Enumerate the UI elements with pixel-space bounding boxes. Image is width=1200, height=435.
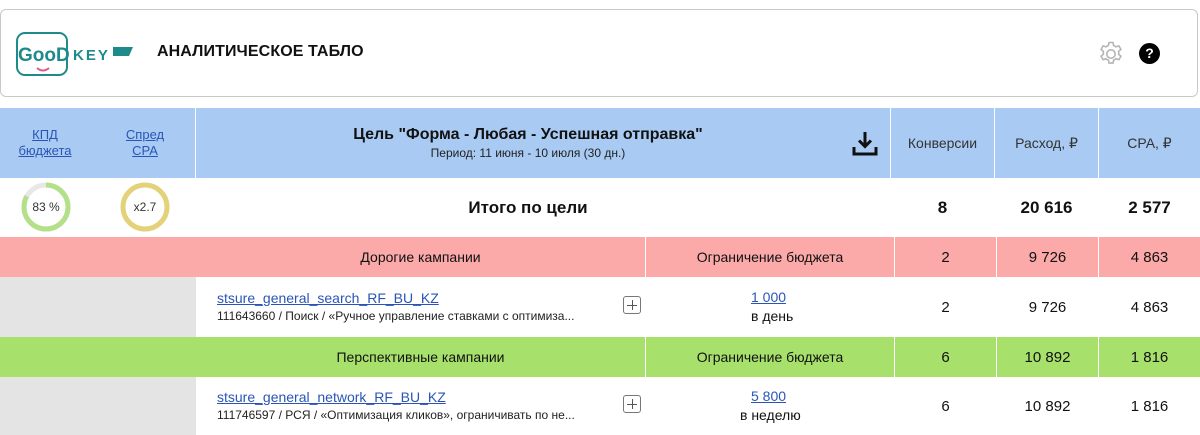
campaign-spend: 9 726	[1028, 298, 1067, 316]
group-cpa: 4 863	[1130, 248, 1169, 266]
group-conversions: 2	[941, 248, 950, 266]
group-limit-label: Ограничение бюджета	[696, 349, 844, 365]
group-row-perspective: Перспективные кампании Ограничение бюдже…	[0, 337, 1200, 377]
campaign-conversions: 2	[941, 298, 950, 316]
budget-limit-link[interactable]: 5 800	[751, 388, 786, 404]
campaign-spend: 10 892	[1024, 397, 1071, 415]
campaign-description: 111643660 / Поиск / «Ручное управление с…	[217, 309, 575, 323]
totals-conversions: 8	[937, 197, 948, 217]
group-limit-label: Ограничение бюджета	[696, 249, 844, 265]
col-spend-header: Расход, ₽	[1015, 134, 1078, 151]
group-label: Дорогие кампании	[360, 249, 481, 265]
totals-cpa: 2 577	[1128, 197, 1171, 217]
download-icon[interactable]	[851, 129, 879, 157]
campaign-name-link[interactable]: stsure_general_search_RF_BU_KZ	[217, 290, 439, 306]
totals-row: 83 % x2.7 Итого по цели 8 20 616 2 577	[0, 178, 1200, 237]
kpi-budget-value: 83 %	[32, 200, 60, 214]
app-header: GooD KEY АНАЛИТИЧЕСКОЕ ТАБЛО ?	[0, 9, 1198, 97]
table-header-row: КПД бюджета Спред CPA Цель "Форма - Люба…	[0, 108, 1200, 178]
campaign-description: 111746597 / РСЯ / «Оптимизация кликов», …	[217, 408, 575, 422]
logo-text-good: GooD	[18, 45, 70, 66]
campaign-row: stsure_general_search_RF_BU_KZ 111643660…	[0, 277, 1200, 337]
gear-icon[interactable]	[1097, 40, 1125, 68]
group-row-expensive: Дорогие кампании Ограничение бюджета 2 9…	[0, 237, 1200, 277]
group-spend: 9 726	[1028, 248, 1067, 266]
campaign-row: stsure_general_network_RF_BU_KZ 11174659…	[0, 377, 1200, 435]
campaign-conversions: 6	[941, 397, 950, 415]
spread-cpa-value: x2.7	[133, 200, 157, 214]
campaign-cpa: 1 816	[1130, 397, 1169, 415]
col-cpa-header: CPA, ₽	[1127, 134, 1172, 151]
budget-period: в неделю	[740, 407, 801, 423]
group-conversions: 6	[941, 348, 950, 366]
logo-text-key: KEY	[73, 47, 110, 64]
group-label: Перспективные кампании	[336, 349, 505, 365]
campaign-name-link[interactable]: stsure_general_network_RF_BU_KZ	[217, 389, 446, 405]
budget-limit-link[interactable]: 1 000	[751, 289, 786, 305]
kpi-budget-link[interactable]: КПД бюджета	[14, 127, 76, 159]
plus-icon[interactable]	[623, 296, 641, 314]
spread-cpa-gauge: x2.7	[119, 181, 171, 233]
campaign-cpa: 4 863	[1130, 298, 1169, 316]
goal-period: Период: 11 июня - 10 июля (30 дн.)	[430, 146, 626, 160]
help-icon[interactable]: ?	[1139, 43, 1160, 64]
totals-spend: 20 616	[1020, 197, 1073, 217]
app-title: АНАЛИТИЧЕСКОЕ ТАБЛО	[157, 43, 364, 60]
budget-period: в день	[751, 308, 794, 324]
kpi-budget-gauge: 83 %	[20, 181, 72, 233]
group-cpa: 1 816	[1130, 348, 1169, 366]
col-conversions-header: Конверсии	[907, 135, 978, 151]
goodkey-logo[interactable]: GooD KEY	[15, 30, 137, 80]
totals-label: Итого по цели	[468, 197, 588, 217]
group-spend: 10 892	[1024, 348, 1071, 366]
spread-cpa-link[interactable]: Спред CPA	[120, 127, 170, 159]
goal-title: Цель "Форма - Любая - Успешная отправка"	[353, 126, 703, 143]
plus-icon[interactable]	[623, 395, 641, 413]
goal-report-table: КПД бюджета Спред CPA Цель "Форма - Люба…	[0, 108, 1200, 435]
